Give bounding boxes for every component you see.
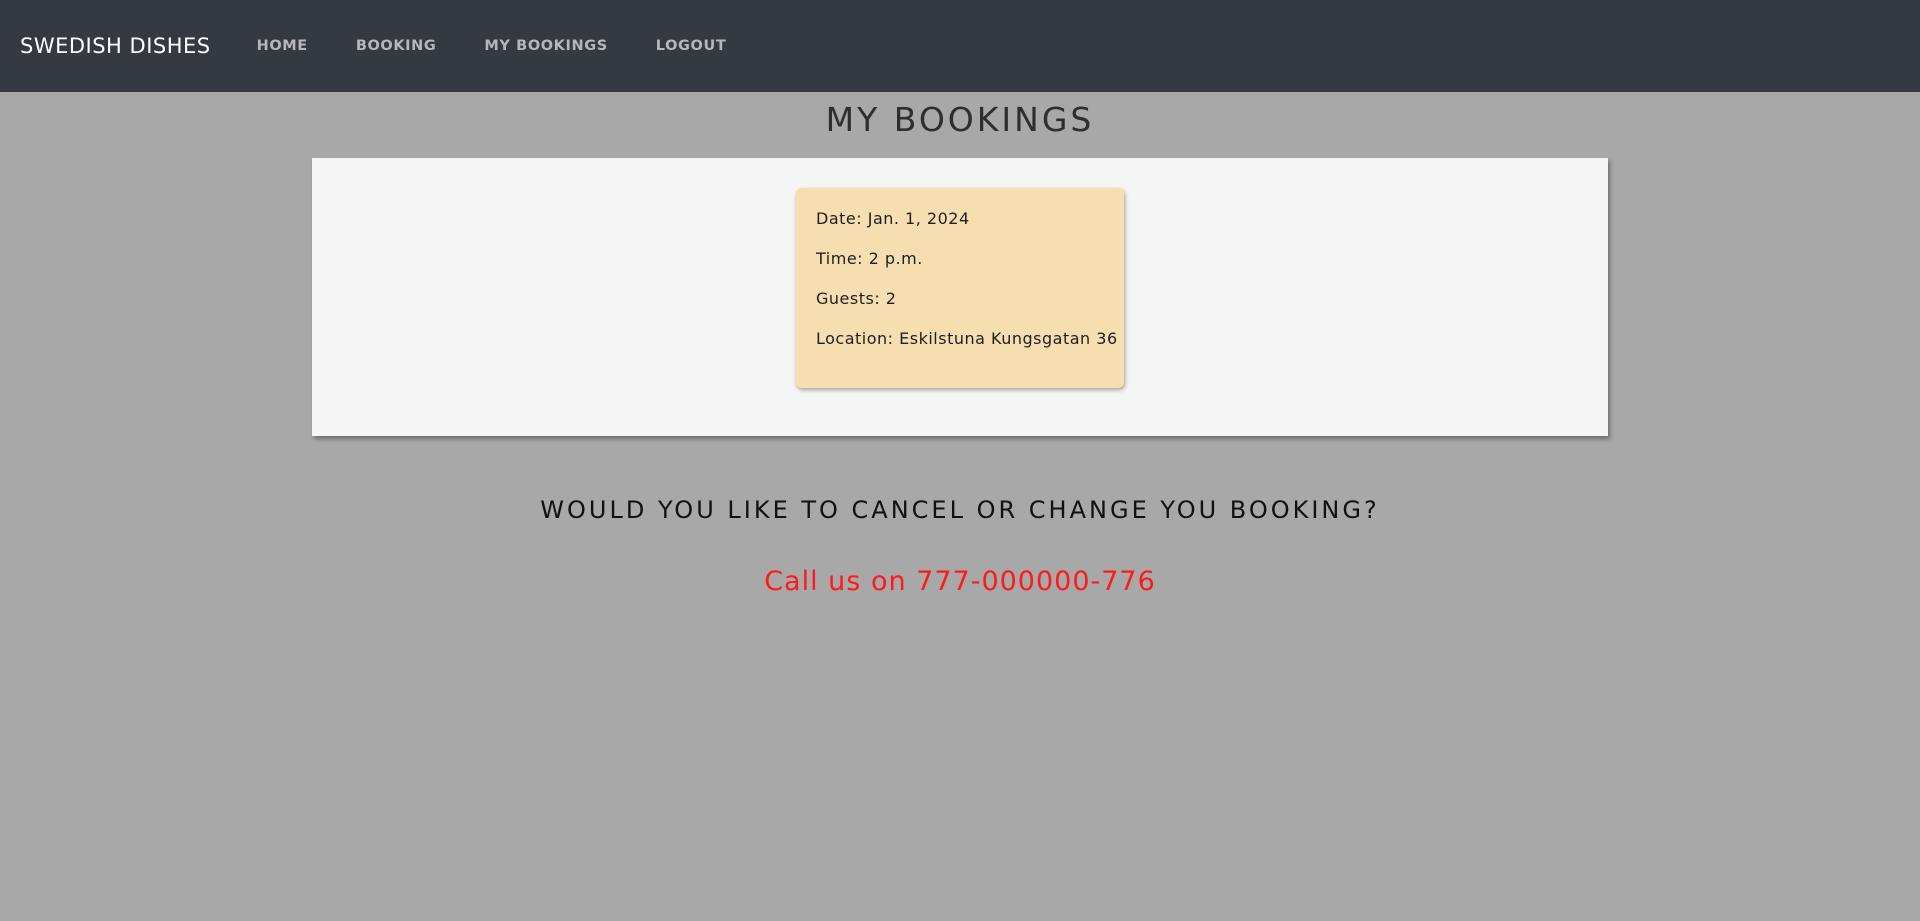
navbar: SWEDISH DISHES HOME BOOKING MY BOOKINGS …	[0, 0, 1920, 92]
nav-links: HOME BOOKING MY BOOKINGS LOGOUT	[231, 38, 749, 54]
booking-date: Date: Jan. 1, 2024	[816, 209, 970, 228]
call-us-text: Call us on 777-000000-776	[764, 566, 1156, 597]
nav-my-bookings-link[interactable]: MY BOOKINGS	[484, 38, 607, 54]
booking-card: Date: Jan. 1, 2024 Time: 2 p.m. Guests: …	[796, 188, 1124, 388]
brand-link[interactable]: SWEDISH DISHES	[20, 34, 211, 58]
page-title: MY BOOKINGS	[825, 100, 1095, 139]
booking-time: Time: 2 p.m.	[816, 249, 923, 268]
cancel-change-question: WOULD YOU LIKE TO CANCEL OR CHANGE YOU B…	[540, 496, 1380, 524]
booking-guests: Guests: 2	[816, 289, 897, 308]
booking-location: Location: Eskilstuna Kungsgatan 36	[816, 329, 1118, 348]
nav-booking-link[interactable]: BOOKING	[356, 38, 437, 54]
nav-home-link[interactable]: HOME	[257, 38, 308, 54]
nav-logout-link[interactable]: LOGOUT	[656, 38, 727, 54]
